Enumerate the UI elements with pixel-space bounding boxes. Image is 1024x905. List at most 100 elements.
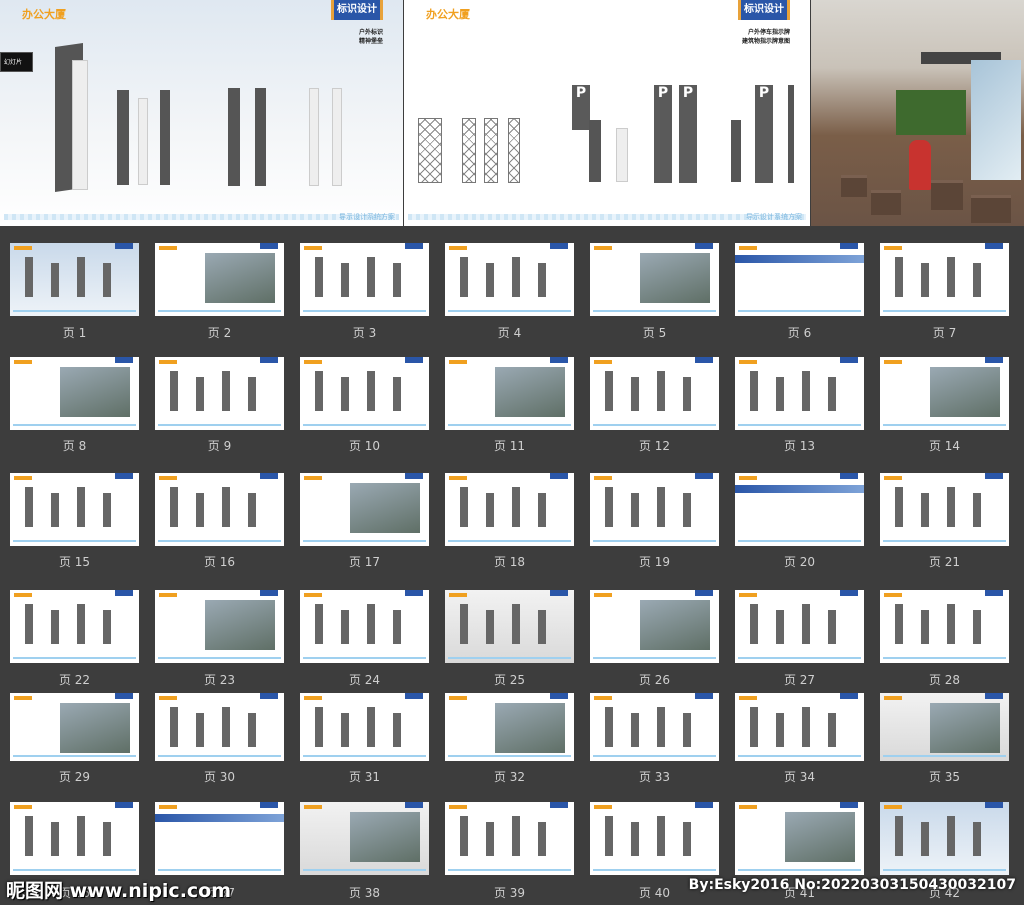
- thumbnail-label: 页 34: [783, 770, 816, 784]
- slide-thumbnail[interactable]: [735, 357, 864, 430]
- thumb-sign: [393, 377, 401, 411]
- slide-thumbnail[interactable]: [735, 473, 864, 546]
- slide-thumbnail[interactable]: [445, 802, 574, 875]
- slide-thumbnail[interactable]: [735, 802, 864, 875]
- slide-thumbnail[interactable]: [300, 802, 429, 875]
- thumb-image: [350, 483, 420, 533]
- slide-thumbnail[interactable]: [155, 243, 284, 316]
- parking-sign: P: [572, 85, 590, 130]
- thumb-sign: [170, 487, 178, 527]
- thumb-logo: [739, 805, 757, 809]
- truss-drawing: [462, 118, 476, 183]
- brand-logo: 办公大厦: [22, 8, 66, 21]
- thumb-tag: [695, 693, 713, 699]
- thumb-footer-line: [593, 310, 716, 312]
- thumb-sign: [460, 257, 468, 297]
- slide-thumbnail[interactable]: [300, 693, 429, 761]
- thumb-band: [735, 485, 864, 493]
- slide-thumbnail[interactable]: [880, 590, 1009, 663]
- thumbnail-label: 页 22: [58, 673, 91, 687]
- thumb-logo: [594, 696, 612, 700]
- slide-subtitle: 户外停车指示牌 建筑物指示牌意图: [742, 28, 790, 46]
- slide-thumbnail[interactable]: [300, 590, 429, 663]
- slide-thumbnail[interactable]: [880, 357, 1009, 430]
- slide-thumbnail[interactable]: [445, 473, 574, 546]
- thumb-logo: [304, 593, 322, 597]
- thumb-logo: [14, 360, 32, 364]
- thumb-sign: [486, 822, 494, 856]
- slide-thumbnail[interactable]: [10, 473, 139, 546]
- thumbnail-label: 页 9: [207, 439, 232, 453]
- slide-thumbnail[interactable]: [155, 693, 284, 761]
- thumb-footer-line: [303, 657, 426, 659]
- slide-thumbnail[interactable]: [590, 802, 719, 875]
- thumb-sign: [341, 713, 349, 747]
- slide-thumbnail[interactable]: [880, 243, 1009, 316]
- slide-thumbnail[interactable]: [10, 802, 139, 875]
- thumb-sign: [631, 822, 639, 856]
- slide-thumbnail[interactable]: [735, 590, 864, 663]
- thumb-sign: [25, 604, 33, 644]
- thumb-tag: [695, 473, 713, 479]
- slide-thumbnail[interactable]: [10, 357, 139, 430]
- slide-thumbnail[interactable]: [10, 693, 139, 761]
- slide-thumbnail[interactable]: [590, 243, 719, 316]
- slide-preview-outdoor-sign[interactable]: 办公大厦 标识设计 户外标识 精神堡垒 幻灯片 导示设计系统方案: [0, 0, 403, 226]
- slide-thumbnail[interactable]: [155, 590, 284, 663]
- thumb-sign: [631, 713, 639, 747]
- thumb-tag: [985, 357, 1003, 363]
- thumb-sign: [631, 493, 639, 527]
- thumb-sign: [828, 713, 836, 747]
- slide-preview-interior-render[interactable]: [811, 0, 1024, 226]
- thumb-tag: [405, 473, 423, 479]
- slide-thumbnail[interactable]: [590, 357, 719, 430]
- thumbnail-label: 页 27: [783, 673, 816, 687]
- thumb-logo: [449, 476, 467, 480]
- slide-thumbnail[interactable]: [880, 473, 1009, 546]
- slide-thumbnail[interactable]: [590, 590, 719, 663]
- slide-thumbnail[interactable]: [300, 357, 429, 430]
- thumb-sign: [196, 713, 204, 747]
- thumb-tag: [115, 693, 133, 699]
- thumb-footer-line: [13, 755, 136, 757]
- thumbnail-label: 页 33: [638, 770, 671, 784]
- slide-thumbnail[interactable]: [590, 693, 719, 761]
- thumb-tag: [695, 357, 713, 363]
- slide-thumbnail[interactable]: [300, 243, 429, 316]
- slide-thumbnail[interactable]: [735, 693, 864, 761]
- slide-thumbnail[interactable]: [445, 693, 574, 761]
- thumbnail-label: 页 30: [203, 770, 236, 784]
- slide-thumbnail[interactable]: [880, 693, 1009, 761]
- thumb-band: [735, 255, 864, 263]
- thumb-logo: [739, 246, 757, 250]
- slide-thumbnail[interactable]: [155, 802, 284, 875]
- slide-thumbnail[interactable]: [155, 473, 284, 546]
- slide-thumbnail[interactable]: [735, 243, 864, 316]
- thumb-sign: [460, 816, 468, 856]
- thumb-tag: [405, 243, 423, 249]
- thumb-sign: [657, 707, 665, 747]
- slide-thumbnail[interactable]: [445, 357, 574, 430]
- thumb-footer-line: [593, 424, 716, 426]
- thumb-footer-line: [883, 869, 1006, 871]
- slide-thumbnail[interactable]: [880, 802, 1009, 875]
- thumb-logo: [159, 360, 177, 364]
- slide-thumbnail[interactable]: [300, 473, 429, 546]
- thumb-footer-line: [158, 310, 281, 312]
- slide-thumbnail[interactable]: [445, 243, 574, 316]
- thumb-sign: [947, 816, 955, 856]
- brand-logo: 办公大厦: [426, 8, 470, 21]
- thumb-logo: [14, 476, 32, 480]
- slide-thumbnail[interactable]: [10, 243, 139, 316]
- slide-thumbnail[interactable]: [590, 473, 719, 546]
- slide-thumbnail[interactable]: [445, 590, 574, 663]
- thumb-sign: [973, 610, 981, 644]
- slide-thumbnail[interactable]: [155, 357, 284, 430]
- thumb-sign: [683, 822, 691, 856]
- thumb-tag: [985, 590, 1003, 596]
- thumb-tag: [840, 243, 858, 249]
- slide-preview-parking-sign[interactable]: 办公大厦 标识设计 户外停车指示牌 建筑物指示牌意图 P P P P 导示设计系…: [404, 0, 810, 226]
- thumb-sign: [103, 822, 111, 856]
- slide-thumbnail[interactable]: [10, 590, 139, 663]
- thumb-footer-line: [593, 755, 716, 757]
